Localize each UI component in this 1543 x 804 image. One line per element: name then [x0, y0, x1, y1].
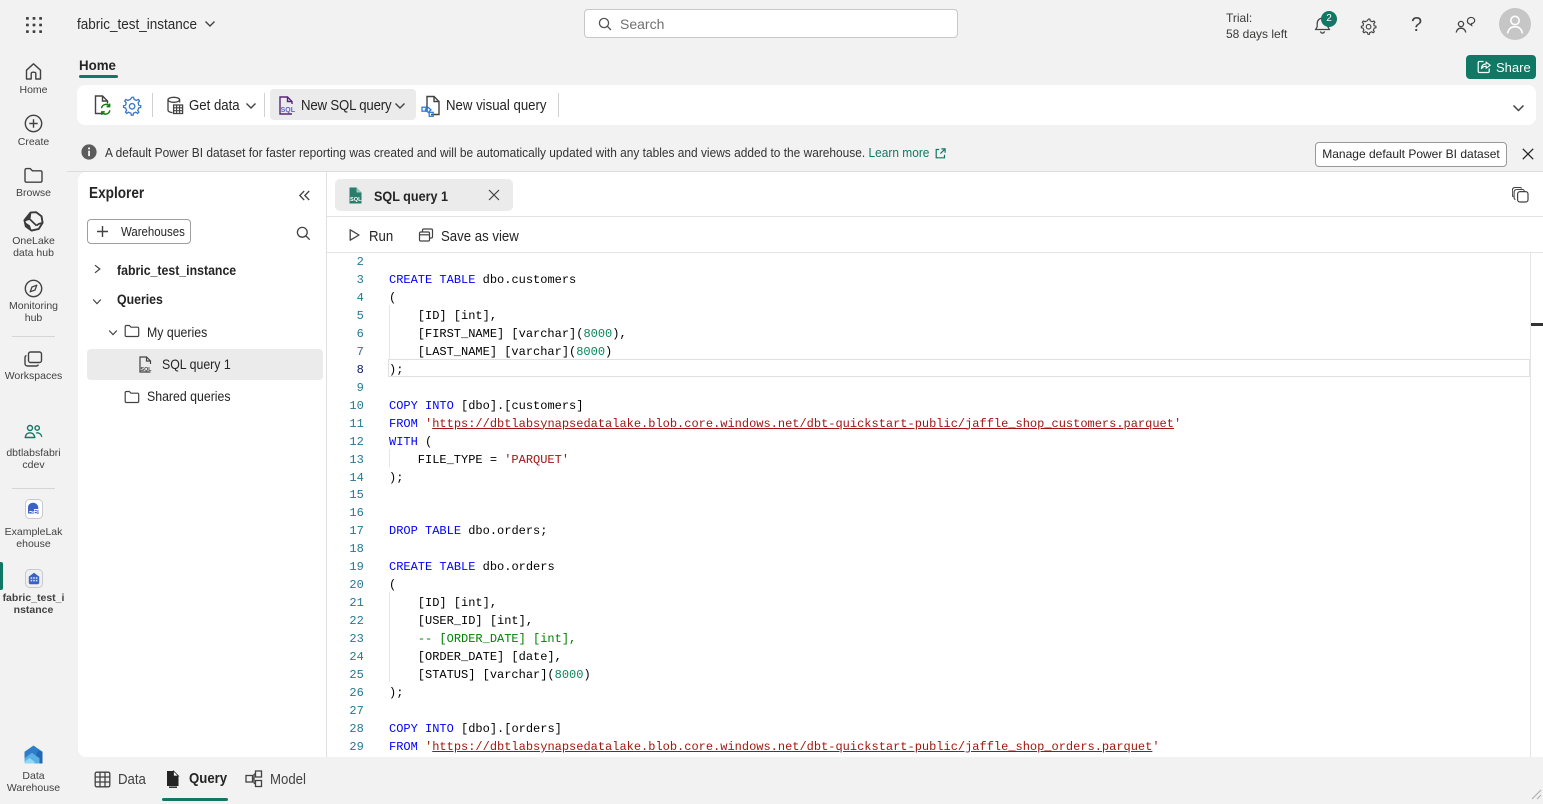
- svg-text:SQL: SQL: [141, 367, 153, 373]
- svg-text:SQL: SQL: [281, 107, 295, 114]
- svg-text:SQL: SQL: [350, 197, 362, 203]
